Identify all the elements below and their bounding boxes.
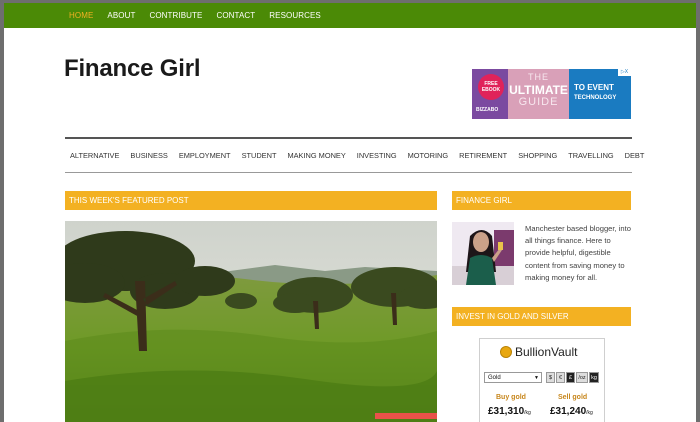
ad-close-icon[interactable]: ▷X: [618, 69, 631, 76]
bullionvault-logo[interactable]: BullionVault: [500, 345, 577, 359]
ad-guide-line1: THE: [528, 72, 549, 82]
chevron-down-icon: ▼: [534, 374, 539, 381]
gold-heading: INVEST IN GOLD AND SILVER: [452, 307, 631, 326]
nav-debt[interactable]: DEBT: [625, 151, 645, 160]
top-nav-home[interactable]: HOME: [69, 11, 93, 20]
top-nav-resources[interactable]: RESOURCES: [269, 11, 321, 20]
ad-guide-line3: GUIDE: [518, 96, 559, 108]
currency-usd-button[interactable]: $: [546, 372, 555, 383]
ad-badge-line2: EBOOK: [481, 87, 501, 93]
nav-shopping[interactable]: SHOPPING: [518, 151, 557, 160]
metal-select-value: Gold: [488, 374, 501, 381]
top-nav-contact[interactable]: CONTACT: [216, 11, 255, 20]
ad-text-line2: TECHNOLOGY: [574, 95, 617, 101]
nav-employment[interactable]: EMPLOYMENT: [179, 151, 231, 160]
bullionvault-brand: BullionVault: [515, 345, 578, 359]
buy-gold-label[interactable]: Buy gold: [496, 394, 526, 401]
nav-alternative[interactable]: ALTERNATIVE: [70, 151, 119, 160]
unit-oz-button[interactable]: /oz: [576, 372, 588, 383]
unit-kg-button[interactable]: kg: [589, 372, 599, 383]
ad-badge: FREE EBOOK: [478, 74, 504, 100]
currency-eur-button[interactable]: €: [556, 372, 565, 383]
buy-gold-price: £31,310/kg: [488, 406, 531, 417]
top-nav: HOME ABOUT CONTRIBUTE CONTACT RESOURCES: [4, 3, 696, 28]
nav-travelling[interactable]: TRAVELLING: [568, 151, 613, 160]
buy-price-unit: /kg: [524, 410, 531, 416]
featured-post-heading: THIS WEEK'S FEATURED POST: [65, 191, 437, 210]
ad-text: TO EVENT TECHNOLOGY: [574, 83, 616, 103]
metal-select[interactable]: Gold ▼: [484, 372, 542, 383]
browser-page: HOME ABOUT CONTRIBUTE CONTACT RESOURCES …: [4, 3, 696, 422]
site-title[interactable]: Finance Girl: [64, 55, 201, 83]
ad-brand: BIZZABO: [476, 107, 499, 113]
sell-gold-price: £31,240/kg: [550, 406, 593, 417]
nav-student[interactable]: STUDENT: [242, 151, 277, 160]
nav-investing[interactable]: INVESTING: [357, 151, 397, 160]
ad-banner[interactable]: FREE EBOOK BIZZABO THE ULTIMATE GUIDE TO…: [472, 69, 631, 119]
sell-gold-label[interactable]: Sell gold: [558, 394, 587, 401]
profile-bio: Manchester based blogger, into all thing…: [525, 224, 631, 282]
nav-making-money[interactable]: MAKING MONEY: [287, 151, 345, 160]
currency-gbp-button[interactable]: £: [566, 372, 575, 383]
bullionvault-widget: BullionVault Gold ▼ $ € £ /oz kg Buy gol…: [479, 338, 605, 422]
top-nav-contribute[interactable]: CONTRIBUTE: [149, 11, 202, 20]
featured-post-image[interactable]: [65, 221, 437, 422]
ad-text-line1: TO EVENT: [574, 83, 614, 92]
nav-retirement[interactable]: RETIREMENT: [459, 151, 507, 160]
nav-business[interactable]: BUSINESS: [130, 151, 167, 160]
ad-guide: THE ULTIMATE GUIDE: [508, 69, 569, 119]
nav-motoring[interactable]: MOTORING: [408, 151, 449, 160]
gold-coin-icon: [500, 346, 512, 358]
sell-price-value: £31,240: [550, 406, 587, 417]
image-overlay-strip: [375, 413, 437, 419]
main-nav: ALTERNATIVE BUSINESS EMPLOYMENT STUDENT …: [65, 137, 644, 173]
profile-avatar[interactable]: [452, 222, 514, 285]
top-nav-about[interactable]: ABOUT: [107, 11, 135, 20]
profile-heading: FINANCE GIRL: [452, 191, 631, 210]
buy-price-value: £31,310: [488, 406, 525, 417]
ad-guide-line2: ULTIMATE: [509, 83, 568, 97]
sell-price-unit: /kg: [586, 410, 593, 416]
